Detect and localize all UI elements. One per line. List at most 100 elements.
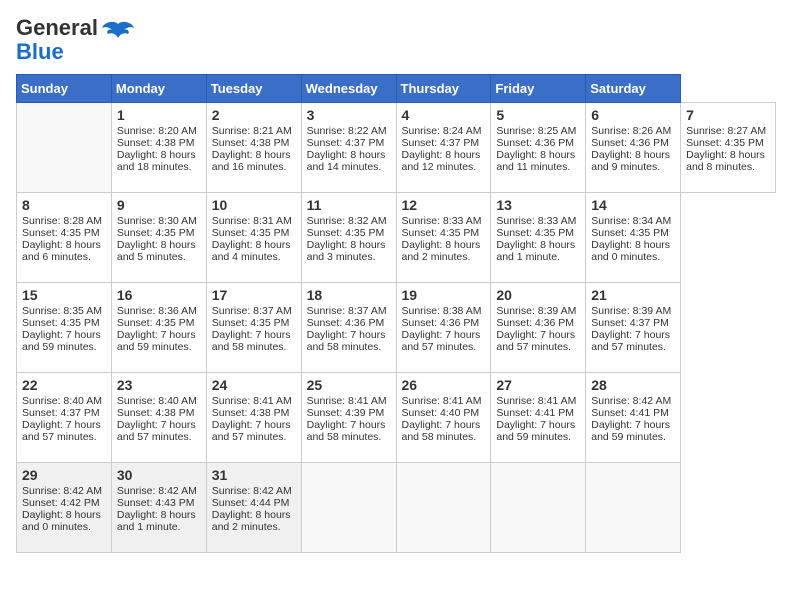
day-number: 9 [117,197,201,213]
day-info: Sunrise: 8:27 AM [686,125,770,137]
day-info: and 1 minute. [117,521,201,533]
day-info: Sunset: 4:38 PM [212,137,296,149]
calendar-cell: 19Sunrise: 8:38 AMSunset: 4:36 PMDayligh… [396,283,491,373]
day-info: Daylight: 8 hours [117,149,201,161]
day-info: Sunset: 4:42 PM [22,497,106,509]
day-info: Sunrise: 8:32 AM [307,215,391,227]
day-info: Sunrise: 8:20 AM [117,125,201,137]
day-info: Daylight: 7 hours [402,419,486,431]
day-info: Sunset: 4:41 PM [591,407,675,419]
day-number: 7 [686,107,770,123]
calendar-cell [301,463,396,553]
day-info: Sunrise: 8:26 AM [591,125,675,137]
calendar-cell: 12Sunrise: 8:33 AMSunset: 4:35 PMDayligh… [396,193,491,283]
day-info: Daylight: 7 hours [117,329,201,341]
calendar-cell: 22Sunrise: 8:40 AMSunset: 4:37 PMDayligh… [17,373,112,463]
day-info: Sunrise: 8:22 AM [307,125,391,137]
day-info: Sunrise: 8:41 AM [212,395,296,407]
calendar-cell: 10Sunrise: 8:31 AMSunset: 4:35 PMDayligh… [206,193,301,283]
day-info: Sunrise: 8:33 AM [496,215,580,227]
day-info: Sunset: 4:35 PM [117,227,201,239]
day-number: 8 [22,197,106,213]
day-info: Sunset: 4:39 PM [307,407,391,419]
day-info: Daylight: 7 hours [402,329,486,341]
day-info: Sunrise: 8:24 AM [402,125,486,137]
day-info: Daylight: 8 hours [212,239,296,251]
day-info: and 57 minutes. [591,341,675,353]
day-number: 30 [117,467,201,483]
day-info: Daylight: 7 hours [212,329,296,341]
day-number: 3 [307,107,391,123]
calendar-week-row: 22Sunrise: 8:40 AMSunset: 4:37 PMDayligh… [17,373,776,463]
day-header-wednesday: Wednesday [301,75,396,103]
day-info: and 57 minutes. [22,431,106,443]
day-info: and 1 minute. [496,251,580,263]
day-info: Daylight: 8 hours [307,149,391,161]
day-info: Sunset: 4:35 PM [212,317,296,329]
calendar-cell: 18Sunrise: 8:37 AMSunset: 4:36 PMDayligh… [301,283,396,373]
day-info: Sunset: 4:35 PM [686,137,770,149]
day-number: 13 [496,197,580,213]
day-info: Sunset: 4:41 PM [496,407,580,419]
day-info: Sunrise: 8:36 AM [117,305,201,317]
day-number: 5 [496,107,580,123]
day-number: 31 [212,467,296,483]
calendar-cell: 21Sunrise: 8:39 AMSunset: 4:37 PMDayligh… [586,283,681,373]
day-header-saturday: Saturday [586,75,681,103]
day-info: Sunrise: 8:35 AM [22,305,106,317]
day-info: and 2 minutes. [212,521,296,533]
day-info: and 59 minutes. [22,341,106,353]
day-info: Sunrise: 8:37 AM [307,305,391,317]
day-info: Sunset: 4:37 PM [591,317,675,329]
day-info: and 58 minutes. [402,431,486,443]
day-info: and 57 minutes. [212,431,296,443]
day-info: and 58 minutes. [307,341,391,353]
day-info: Sunset: 4:36 PM [496,317,580,329]
day-info: and 16 minutes. [212,161,296,173]
day-info: Sunrise: 8:40 AM [117,395,201,407]
calendar-cell [491,463,586,553]
bird-icon [100,20,136,52]
day-info: and 57 minutes. [496,341,580,353]
calendar-cell: 25Sunrise: 8:41 AMSunset: 4:39 PMDayligh… [301,373,396,463]
calendar-header-row: SundayMondayTuesdayWednesdayThursdayFrid… [17,75,776,103]
calendar-cell: 17Sunrise: 8:37 AMSunset: 4:35 PMDayligh… [206,283,301,373]
calendar-cell: 27Sunrise: 8:41 AMSunset: 4:41 PMDayligh… [491,373,586,463]
day-info: and 11 minutes. [496,161,580,173]
calendar-cell: 30Sunrise: 8:42 AMSunset: 4:43 PMDayligh… [111,463,206,553]
calendar-cell: 16Sunrise: 8:36 AMSunset: 4:35 PMDayligh… [111,283,206,373]
day-info: Sunrise: 8:39 AM [591,305,675,317]
day-info: Sunset: 4:36 PM [307,317,391,329]
day-info: Sunset: 4:37 PM [22,407,106,419]
calendar-cell: 13Sunrise: 8:33 AMSunset: 4:35 PMDayligh… [491,193,586,283]
calendar-cell: 15Sunrise: 8:35 AMSunset: 4:35 PMDayligh… [17,283,112,373]
day-info: and 18 minutes. [117,161,201,173]
day-info: Sunrise: 8:21 AM [212,125,296,137]
day-info: Daylight: 7 hours [117,419,201,431]
calendar-cell: 7Sunrise: 8:27 AMSunset: 4:35 PMDaylight… [681,103,776,193]
day-info: Sunset: 4:35 PM [496,227,580,239]
day-info: Daylight: 8 hours [212,509,296,521]
day-info: Sunrise: 8:42 AM [22,485,106,497]
day-info: Sunset: 4:35 PM [22,317,106,329]
day-info: Daylight: 7 hours [591,419,675,431]
day-info: Daylight: 7 hours [496,329,580,341]
day-info: Daylight: 8 hours [402,149,486,161]
calendar-cell: 4Sunrise: 8:24 AMSunset: 4:37 PMDaylight… [396,103,491,193]
day-info: Daylight: 8 hours [496,149,580,161]
day-number: 18 [307,287,391,303]
calendar-cell: 26Sunrise: 8:41 AMSunset: 4:40 PMDayligh… [396,373,491,463]
calendar-cell: 20Sunrise: 8:39 AMSunset: 4:36 PMDayligh… [491,283,586,373]
day-info: Daylight: 8 hours [402,239,486,251]
day-number: 10 [212,197,296,213]
calendar-cell: 11Sunrise: 8:32 AMSunset: 4:35 PMDayligh… [301,193,396,283]
day-info: Sunrise: 8:33 AM [402,215,486,227]
day-info: Sunrise: 8:39 AM [496,305,580,317]
calendar-cell: 31Sunrise: 8:42 AMSunset: 4:44 PMDayligh… [206,463,301,553]
day-info: Sunset: 4:38 PM [117,137,201,149]
day-info: Daylight: 7 hours [496,419,580,431]
day-info: and 12 minutes. [402,161,486,173]
calendar-cell: 2Sunrise: 8:21 AMSunset: 4:38 PMDaylight… [206,103,301,193]
day-info: Sunrise: 8:37 AM [212,305,296,317]
day-info: Sunset: 4:35 PM [307,227,391,239]
